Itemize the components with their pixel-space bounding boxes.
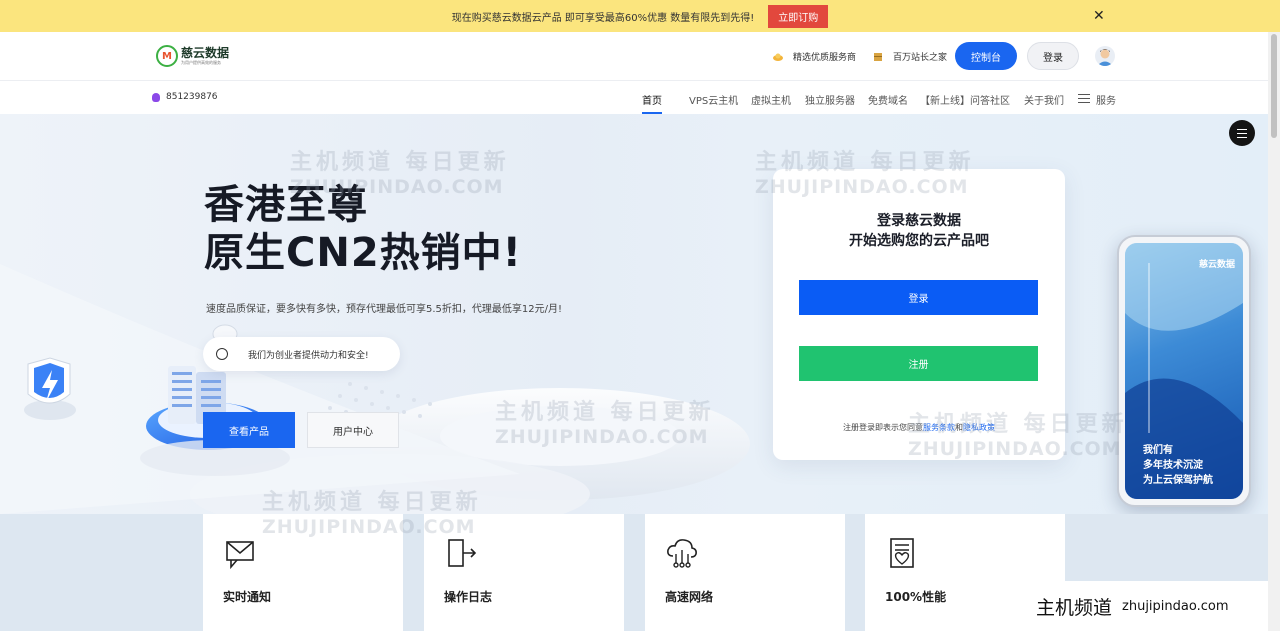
mail-notify-icon [226, 541, 254, 570]
box-icon [874, 52, 882, 61]
logo-mark-icon: M [156, 45, 178, 67]
corner-watermark: 主机频道 zhujipindao.com [1020, 581, 1280, 631]
login-card-title: 登录慈云数据 [877, 213, 961, 229]
card-register-button[interactable]: 注册 [799, 346, 1038, 381]
announcement-text: 现在购买慈云数据云产品 即可享受最高60%优惠 数量有限先到先得! [451, 12, 755, 24]
view-products-button[interactable]: 查看产品 [203, 412, 295, 448]
hero-banner: 香港至尊 原生CN2热销中! 速度品质保证，要多快有多快，预存代理最低可享5.5… [0, 114, 1268, 514]
hero-title-line1: 香港至尊 [204, 182, 368, 228]
site-header: M 慈云数据 为用户提供高效的服务 精选优质服务商 百万站长之家 控制台 登录 [0, 32, 1268, 80]
settings-float-button[interactable] [1229, 120, 1255, 146]
logo[interactable]: M 慈云数据 为用户提供高效的服务 [156, 44, 236, 68]
buy-now-button[interactable]: 立即订购 [768, 4, 829, 28]
nav-home[interactable]: 首页 [642, 92, 662, 107]
login-card-subtitle: 开始选购您的云产品吧 [849, 233, 989, 249]
nav-qa-community[interactable]: 【新上线】问答社区 [920, 92, 1010, 107]
nav-free-domain[interactable]: 免费域名 [868, 92, 908, 107]
cloud-coin-icon [773, 53, 783, 61]
feature-card[interactable]: 操作日志 [424, 514, 624, 631]
card-login-button[interactable]: 登录 [799, 280, 1038, 315]
hero-title-line2: 原生CN2热销中! [204, 230, 522, 276]
header-link-webmasters[interactable]: 百万站长之家 [873, 50, 947, 63]
document-heart-icon [890, 538, 914, 568]
user-center-button[interactable]: 用户中心 [307, 412, 399, 448]
nav-about[interactable]: 关于我们 [1024, 92, 1064, 107]
shield-check-icon [216, 348, 228, 360]
qq-contact[interactable]: 851239876 [152, 92, 218, 102]
phone-brand: 慈云数据 [1198, 260, 1235, 270]
nav-virtual-host[interactable]: 虚拟主机 [751, 92, 791, 107]
hero-subtitle: 速度品质保证，要多快有多快，预存代理最低可享5.5折扣，代理最低享12元/月! [206, 304, 563, 315]
terms-link[interactable]: 服务条款 [923, 423, 955, 432]
sliders-icon [1237, 128, 1247, 130]
user-avatar-icon [1097, 49, 1113, 66]
scrollbar[interactable] [1268, 32, 1280, 631]
qq-icon [152, 92, 160, 102]
hero-illustration [0, 264, 750, 514]
cloud-network-icon [667, 539, 697, 568]
feature-card[interactable]: 高速网络 [645, 514, 845, 631]
logo-brand-text: 慈云数据 [181, 46, 230, 60]
phone-slogan: 我们有 多年技术沉淀 为上云保驾护航 [1143, 445, 1213, 486]
privacy-link[interactable]: 隐私政策 [963, 423, 995, 432]
header-login-button[interactable]: 登录 [1027, 42, 1079, 70]
phone-mockup: 慈云数据 我们有 多年技术沉淀 为上云保驾护航 [1117, 235, 1251, 507]
main-nav: 851239876 首页 VPS云主机 虚拟主机 独立服务器 免费域名 【新上线… [0, 80, 1268, 114]
hero-tagline-pill: 我们为创业者提供动力和安全! [203, 337, 400, 371]
logo-slogan-text: 为用户提供高效的服务 [181, 60, 221, 65]
announcement-bar: 现在购买慈云数据云产品 即可享受最高60%优惠 数量有限先到先得! 立即订购 ✕ [0, 0, 1280, 32]
terms-text: 注册登录即表示您同意服务条款和隐私政策 [843, 423, 995, 432]
avatar[interactable] [1095, 46, 1115, 66]
header-link-providers[interactable]: 精选优质服务商 [773, 50, 856, 63]
door-exit-icon [448, 539, 477, 567]
nav-dedicated-server[interactable]: 独立服务器 [805, 92, 855, 107]
login-card: 登录慈云数据 开始选购您的云产品吧 登录 注册 注册登录即表示您同意服务条款和隐… [773, 169, 1065, 460]
close-icon[interactable]: ✕ [1093, 8, 1105, 24]
menu-icon[interactable] [1078, 94, 1090, 103]
phone-screen: 慈云数据 我们有 多年技术沉淀 为上云保驾护航 [1125, 243, 1243, 499]
scrollbar-thumb[interactable] [1271, 34, 1277, 138]
console-button[interactable]: 控制台 [955, 42, 1017, 70]
feature-card[interactable]: 实时通知 [203, 514, 403, 631]
nav-vps[interactable]: VPS云主机 [689, 92, 738, 107]
nav-services[interactable]: 服务 [1096, 92, 1116, 107]
